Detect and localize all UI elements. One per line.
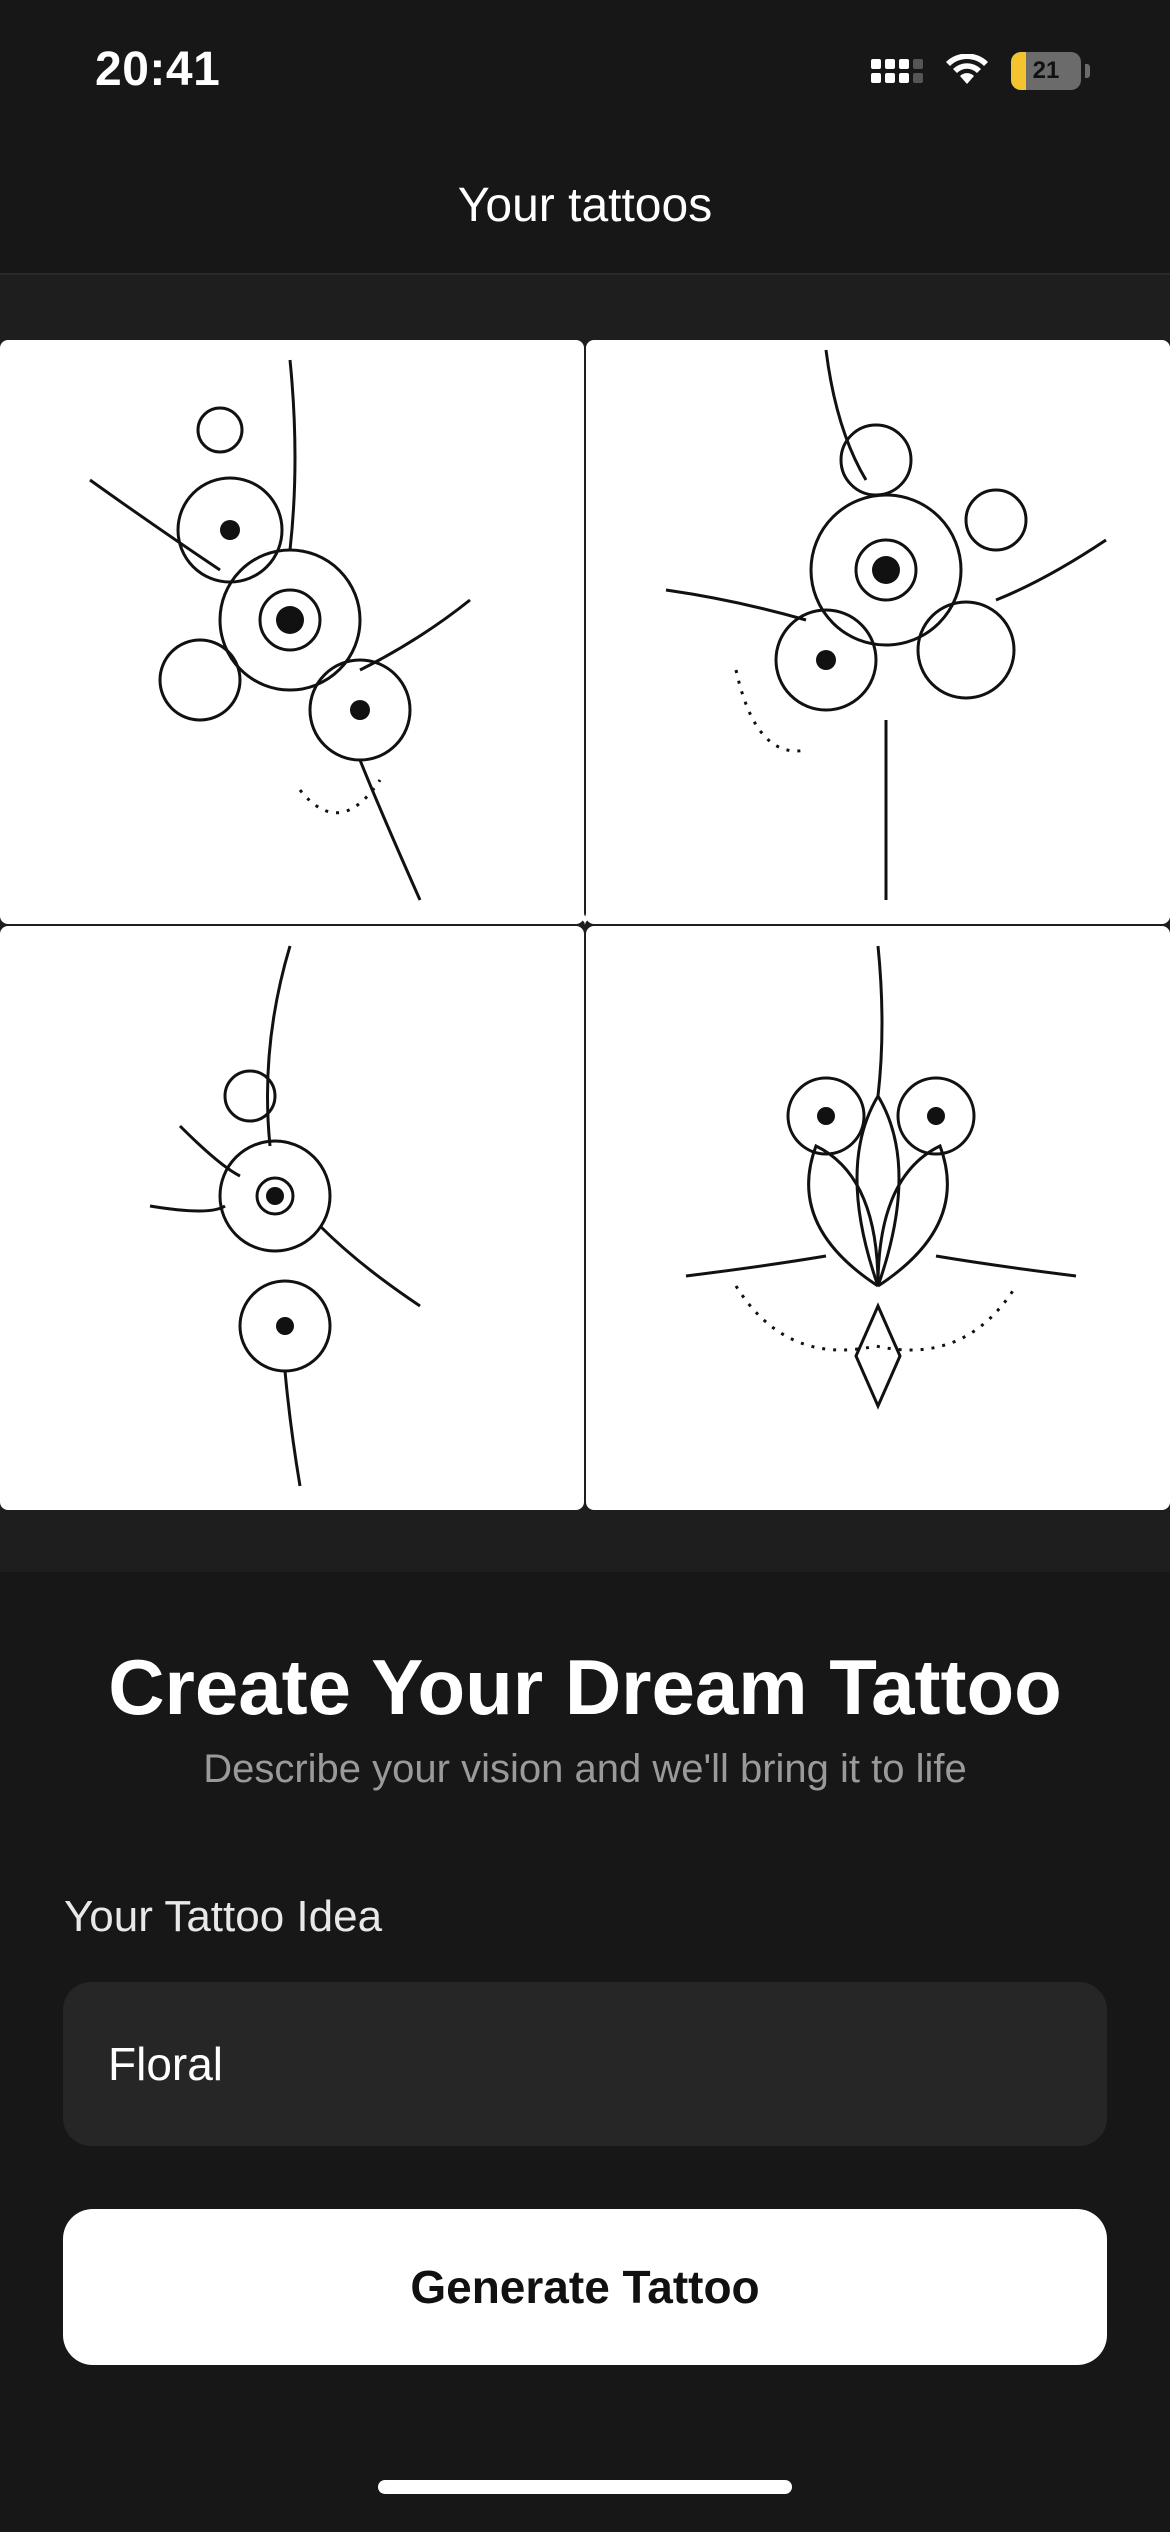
cellular-signal-icon <box>871 59 923 83</box>
wifi-icon <box>946 54 988 84</box>
tattoo-grid: ✦ <box>0 340 1170 1785</box>
status-icons: 21 <box>871 52 1090 90</box>
page-title: Your tattoos <box>457 179 713 232</box>
form-subtitle: Describe your vision and we'll bring it … <box>203 1747 967 1791</box>
nav-bar: Your tattoos <box>0 140 1170 275</box>
sparkle-icon: ✦ <box>578 912 592 929</box>
idea-field-label: Your Tattoo Idea <box>64 1892 383 1941</box>
status-bar: 20:41 21 <box>0 0 1170 140</box>
floral-tattoo-icon <box>685 945 1077 1410</box>
battery-percent: 21 <box>1032 57 1060 84</box>
form-headline: Create Your Dream Tattoo <box>108 1643 1062 1731</box>
battery-icon: 21 <box>1011 52 1081 90</box>
floral-tattoo-icon <box>89 359 471 901</box>
tattoo-idea-input[interactable] <box>63 1982 1107 2146</box>
status-time: 20:41 <box>95 43 221 96</box>
tattoo-tile-2[interactable] <box>586 340 1170 924</box>
create-form: Create Your Dream Tattoo Describe your v… <box>0 1572 1170 2532</box>
tattoo-tile-3[interactable] <box>0 926 584 1510</box>
tattoo-tile-1[interactable] <box>0 340 584 924</box>
home-indicator <box>378 2480 792 2494</box>
floral-tattoo-icon <box>149 945 421 1487</box>
battery-tip <box>1085 64 1090 78</box>
generate-tattoo-button[interactable]: Generate Tattoo <box>63 2209 1107 2365</box>
tattoo-tile-4[interactable] <box>586 926 1170 1510</box>
floral-tattoo-icon <box>665 349 1107 900</box>
tattoo-gallery: ✦ <box>0 275 1170 1572</box>
